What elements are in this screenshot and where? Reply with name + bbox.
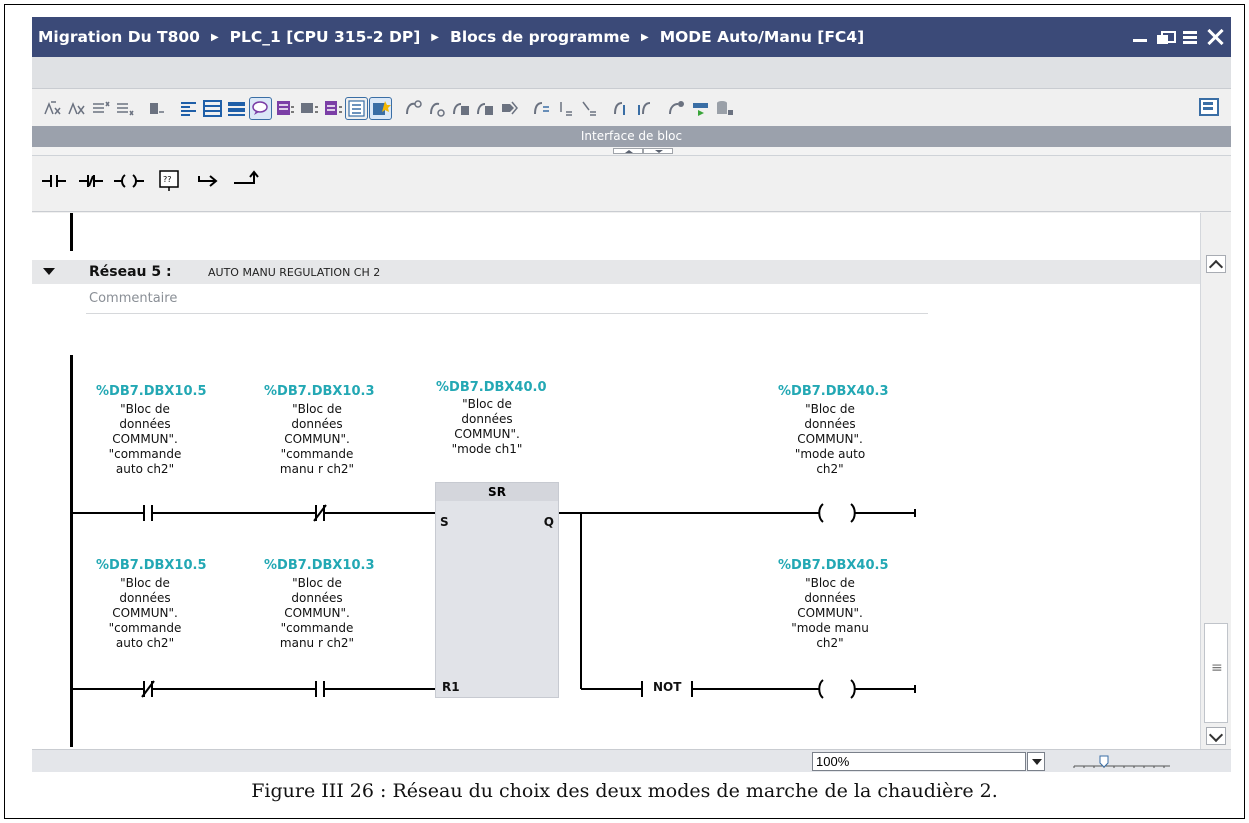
open-branch-icon[interactable]	[402, 98, 423, 119]
breadcrumb-separator-icon: ▶	[210, 31, 219, 43]
highlight-icon[interactable]	[369, 96, 392, 120]
insert-call-icon[interactable]	[474, 98, 495, 119]
network-overview-icon[interactable]	[202, 98, 223, 119]
task-cards-toggle-icon[interactable]	[1199, 98, 1219, 116]
block-interface-label: Interface de bloc	[580, 129, 683, 143]
minimize-icon[interactable]	[1132, 29, 1148, 45]
maximize-icon[interactable]	[1182, 29, 1198, 45]
close-branch-arrow-icon[interactable]	[232, 167, 260, 193]
title-bar: Migration Du T800 ▶ PLC_1 [CPU 315-2 DP]…	[32, 17, 1231, 57]
append-row-icon[interactable]	[114, 98, 135, 119]
breadcrumb-program-blocks[interactable]: Blocs de programme	[450, 28, 630, 46]
interface-splitter[interactable]	[32, 147, 1231, 156]
svg-text:??: ??	[163, 175, 172, 184]
window-controls	[1132, 17, 1223, 57]
scroll-up-icon[interactable]	[1206, 255, 1226, 273]
jump-icon[interactable]	[610, 98, 631, 119]
zoom-slider[interactable]	[1072, 754, 1172, 770]
watch-icon[interactable]	[146, 98, 167, 119]
coil-mode-auto[interactable]	[818, 503, 856, 523]
status-bar: 100%	[32, 749, 1231, 772]
close-branch-icon[interactable]	[426, 98, 447, 119]
open-branch-arrow-icon[interactable]	[195, 167, 221, 193]
insert-network-icon[interactable]	[42, 98, 63, 119]
go-to-line-icon[interactable]	[530, 98, 551, 119]
scroll-thumb[interactable]	[1204, 623, 1228, 723]
breadcrumb: Migration Du T800 ▶ PLC_1 [CPU 315-2 DP]…	[38, 17, 864, 57]
cross-reference-icon[interactable]	[322, 98, 343, 119]
zoom-select[interactable]: 100%	[812, 752, 1026, 771]
scroll-down-icon[interactable]	[1206, 727, 1226, 745]
database-icon[interactable]	[714, 98, 735, 119]
close-icon[interactable]	[1207, 29, 1223, 45]
empty-box-icon[interactable]: ??	[156, 167, 182, 193]
favorites-icon[interactable]	[274, 98, 295, 119]
breadcrumb-plc[interactable]: PLC_1 [CPU 315-2 DP]	[230, 28, 421, 46]
block-interface-bar[interactable]: Interface de bloc	[32, 126, 1231, 147]
coil-icon[interactable]	[112, 167, 146, 193]
insert-contact-icon[interactable]	[554, 98, 575, 119]
tia-portal-window: Migration Du T800 ▶ PLC_1 [CPU 315-2 DP]…	[32, 17, 1231, 772]
ladder-editor[interactable]: Réseau 5 : AUTO MANU REGULATION CH 2 Com…	[32, 213, 1200, 749]
not-label: NOT	[653, 680, 682, 694]
breadcrumb-block[interactable]: MODE Auto/Manu [FC4]	[660, 28, 864, 46]
empty-toolbar-strip	[32, 57, 1231, 89]
ladder-wiring	[72, 503, 916, 699]
zoom-dropdown-icon[interactable]	[1027, 752, 1045, 771]
comment-icon[interactable]	[249, 96, 272, 120]
monitoring-icon[interactable]	[666, 98, 687, 119]
figure-caption: Figure III 26 : Réseau du choix des deux…	[251, 780, 998, 802]
return-icon[interactable]	[634, 98, 655, 119]
ladder-elements-toolbar: ??	[32, 157, 1231, 212]
coil-mode-manu[interactable]	[818, 679, 856, 699]
insert-box-icon[interactable]	[450, 98, 471, 119]
nc-contact-icon[interactable]	[77, 167, 105, 193]
breadcrumb-project[interactable]: Migration Du T800	[38, 28, 200, 46]
contact-no-manu[interactable]	[315, 681, 325, 697]
expand-up-icon[interactable]	[613, 148, 643, 154]
insert-coil-icon[interactable]	[578, 98, 599, 119]
vertical-scrollbar[interactable]	[1200, 213, 1231, 749]
show-callers-icon[interactable]	[298, 98, 319, 119]
no-contact-icon[interactable]	[40, 167, 68, 193]
breadcrumb-separator-icon: ▶	[431, 31, 439, 43]
insert-row-icon[interactable]	[90, 98, 111, 119]
zoom-value: 100%	[816, 754, 850, 769]
absolute-operands-icon[interactable]	[178, 98, 199, 119]
list-view-icon[interactable]	[345, 96, 368, 120]
collapse-networks-icon[interactable]	[226, 98, 247, 119]
contact-no-auto[interactable]	[143, 505, 153, 521]
download-icon[interactable]	[498, 98, 519, 119]
collapse-down-icon[interactable]	[643, 148, 673, 154]
restore-icon[interactable]	[1157, 29, 1176, 45]
status-icon[interactable]	[690, 98, 711, 119]
delete-network-icon[interactable]	[66, 98, 87, 119]
editor-toolbar	[32, 90, 1231, 126]
breadcrumb-separator-icon: ▶	[641, 31, 649, 43]
